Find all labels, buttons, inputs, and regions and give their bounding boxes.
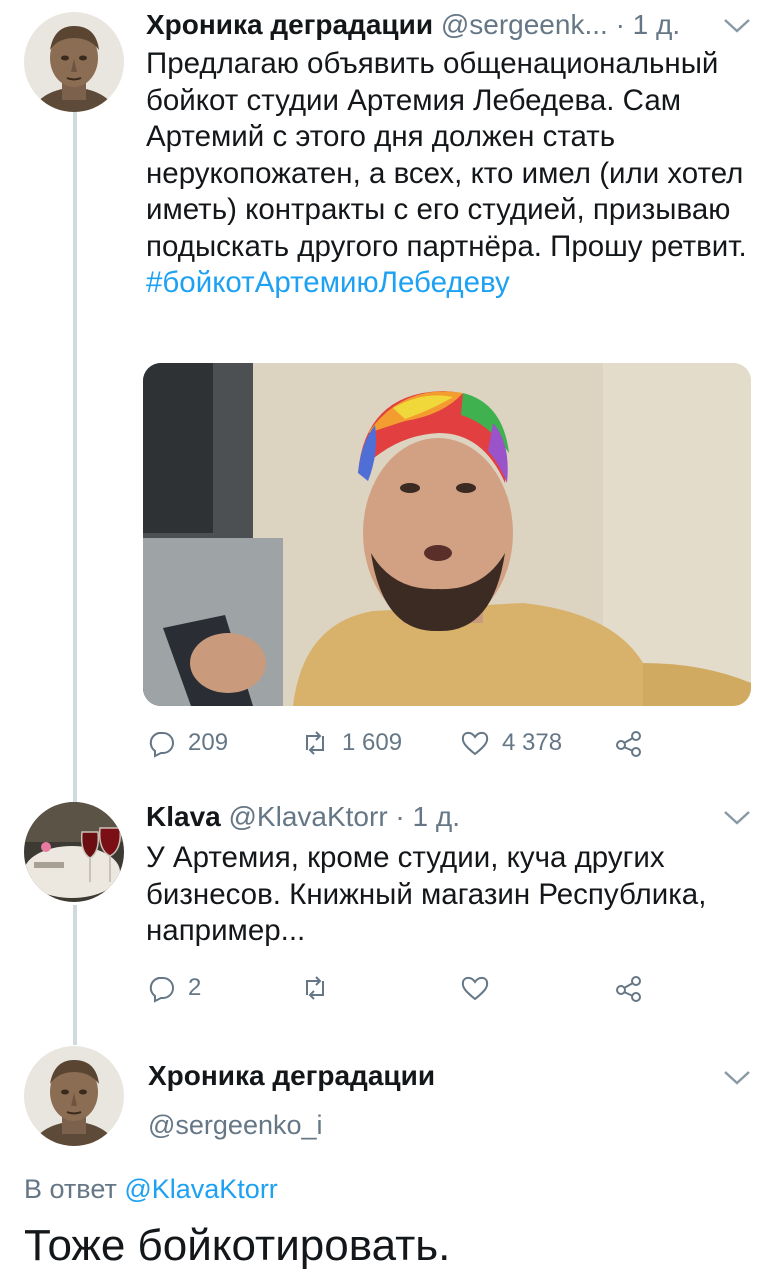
chevron-down-icon[interactable] <box>722 16 752 36</box>
tweet2-like-button[interactable] <box>460 973 502 1003</box>
tweet1-author-name[interactable]: Хроника деградации <box>146 9 433 40</box>
tweet2-share-button[interactable] <box>614 973 656 1003</box>
retweet-icon <box>306 976 324 1000</box>
reply-to-mention[interactable]: @KlavaKtorr <box>124 1174 277 1204</box>
share-icon <box>616 976 641 1002</box>
tweet1-text: Предлагаю объявить общенациональный бойк… <box>146 46 756 302</box>
tweet1-time[interactable]: · 1 д. <box>616 9 681 40</box>
tweet2-reply-count: 2 <box>188 974 202 1001</box>
tweet2-header: Klava @KlavaKtorr · 1 д. <box>146 800 460 834</box>
tweet2-time[interactable]: · 1 д. <box>395 801 460 832</box>
avatar-chronika-1[interactable] <box>24 12 124 112</box>
tweet1-like-count: 4 378 <box>502 729 563 756</box>
share-icon <box>616 731 641 757</box>
tweet2-retweet-button[interactable] <box>300 973 342 1003</box>
tweet1-like-button[interactable]: 4 378 <box>460 728 562 758</box>
like-icon <box>461 731 489 756</box>
tweet3-author-handle[interactable]: @sergeenko_i <box>148 1110 323 1141</box>
tweet2-author-handle[interactable]: @KlavaKtorr <box>229 801 388 832</box>
avatar-chronika-2[interactable] <box>24 1046 124 1146</box>
tweet1-hashtag[interactable]: #бойкотАртемиюЛебедеву <box>146 265 756 302</box>
tweet1-retweet-button[interactable]: 1 609 <box>300 728 402 758</box>
reply-to-line: В ответ @KlavaKtorr <box>24 1174 278 1205</box>
tweet2-reply-button[interactable]: 2 <box>146 973 201 1003</box>
thread-line-middle <box>73 905 77 1045</box>
tweet1-author-handle[interactable]: @sergeenk... <box>441 9 608 40</box>
tweet1-body: Предлагаю объявить общенациональный бойк… <box>146 47 747 263</box>
tweet3-author-name[interactable]: Хроника деградации <box>148 1060 435 1092</box>
like-icon <box>461 976 489 1001</box>
reply-icon <box>149 977 174 1003</box>
tweet1-header: Хроника деградации @sergeenk... · 1 д. <box>146 8 680 42</box>
tweet1-retweet-count: 1 609 <box>342 729 403 756</box>
tweet2-author-name[interactable]: Klava <box>146 801 221 832</box>
tweet3-text: Тоже бойкотировать. <box>24 1221 451 1270</box>
reply-to-prefix: В ответ <box>24 1174 117 1204</box>
chevron-down-icon[interactable] <box>722 808 752 828</box>
retweet-icon <box>306 731 324 755</box>
tweet2-text: У Артемия, кроме студии, куча других биз… <box>146 841 707 947</box>
tweet1-share-button[interactable] <box>614 728 656 758</box>
thread-line-top <box>73 112 77 802</box>
tweet1-reply-count: 209 <box>188 729 229 756</box>
tweet1-photo[interactable] <box>143 363 751 706</box>
chevron-down-icon[interactable] <box>722 1068 752 1088</box>
avatar-klava[interactable] <box>24 802 124 902</box>
tweet1-reply-button[interactable]: 209 <box>146 728 228 758</box>
reply-icon <box>149 732 174 758</box>
